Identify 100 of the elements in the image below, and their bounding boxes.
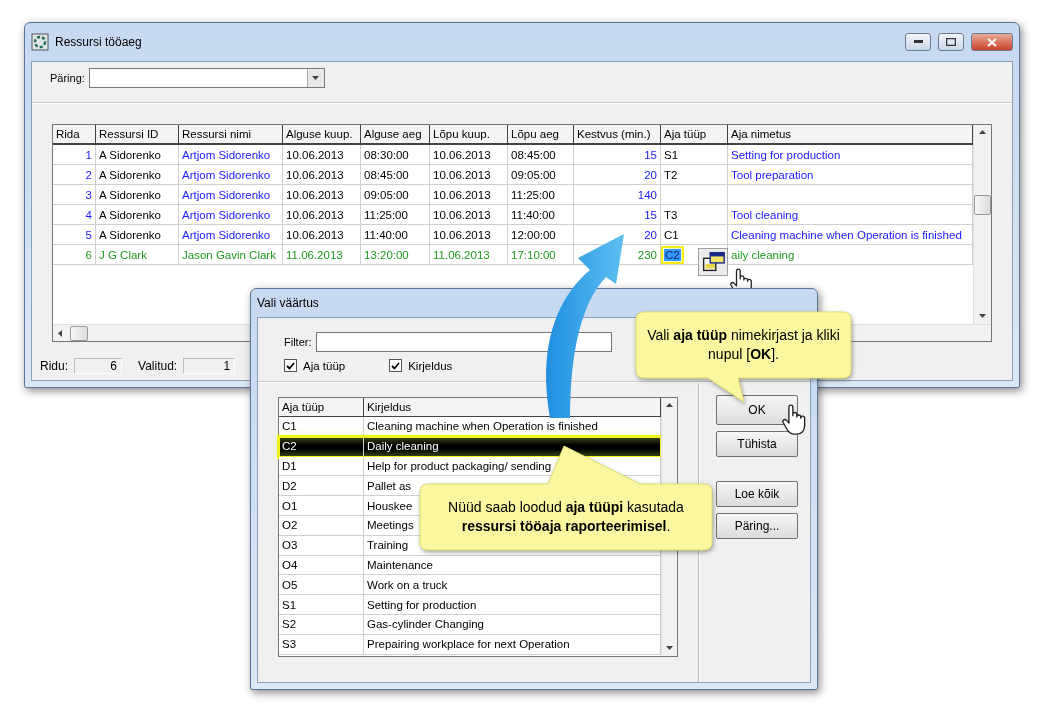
status-value: 1: [183, 358, 236, 374]
resource-name-link[interactable]: Jason Gavin Clark: [182, 248, 276, 261]
dialog-button[interactable]: OK: [716, 395, 798, 425]
table-cell: 10.06.2013: [283, 205, 361, 225]
list-item-description[interactable]: Maintenance: [367, 558, 433, 571]
query-label: Päring:: [50, 72, 85, 84]
table-cell: A Sidorenko: [96, 205, 179, 225]
table-cell: 10.06.2013: [283, 225, 361, 245]
resource-name-link[interactable]: Artjom Sidorenko: [182, 208, 271, 221]
table-cell: 11:40:00: [508, 205, 574, 225]
table-cell: 6: [53, 245, 96, 265]
list-item-description[interactable]: Pallet as: [367, 479, 412, 492]
table-cell: 08:45:00: [361, 165, 430, 185]
list-item-code[interactable]: C1: [282, 420, 297, 433]
app-icon: [31, 33, 49, 51]
list-item-code[interactable]: D1: [282, 460, 297, 472]
resource-name-link[interactable]: Artjom Sidorenko: [182, 188, 271, 201]
checkbox[interactable]: Aja tüüp: [284, 359, 346, 372]
list-item-description[interactable]: Houskee: [367, 499, 413, 512]
table-cell: 11.06.2013: [430, 245, 508, 265]
table-cell: 11:25:00: [361, 205, 430, 225]
list-item-description[interactable]: Cleaning machine when Operation is finished: [367, 420, 598, 433]
dialog-button[interactable]: Loe kõik: [716, 481, 798, 507]
close-icon: [987, 37, 997, 47]
column-header[interactable]: Kestvus (min.): [574, 125, 661, 145]
column-header[interactable]: Alguse aeg: [361, 125, 430, 145]
table-cell: 140: [574, 185, 661, 205]
status-label: Valitud:: [138, 359, 178, 373]
resource-name-link[interactable]: Artjom Sidorenko: [182, 168, 271, 181]
column-header[interactable]: Ressursi nimi: [179, 125, 283, 145]
maximize-icon: [946, 38, 956, 46]
status-label: Ridu:: [40, 359, 68, 373]
list-item-description[interactable]: Setting for production: [367, 598, 477, 611]
filter-field[interactable]: [315, 332, 612, 352]
table-cell: 08:30:00: [361, 145, 430, 165]
column-header[interactable]: Kirjeldus: [364, 398, 661, 417]
close-button[interactable]: [971, 33, 1013, 51]
list-item-code[interactable]: O3: [282, 539, 298, 552]
maximize-button[interactable]: [938, 33, 964, 51]
list-item-description[interactable]: Daily cleaning: [367, 440, 439, 453]
query-dropdown[interactable]: [88, 68, 325, 88]
table-cell: 20: [574, 165, 661, 185]
scrollbar-thumb[interactable]: [974, 195, 991, 215]
column-header[interactable]: Lõpu kuup.: [430, 125, 508, 145]
table-cell: 15: [574, 205, 661, 225]
minimize-button[interactable]: [905, 33, 931, 51]
table-cell: A Sidorenko: [96, 165, 179, 185]
column-header[interactable]: Alguse kuup.: [283, 125, 361, 145]
list-item-description[interactable]: Gas-cylinder Changing: [367, 618, 484, 631]
table-cell: 10.06.2013: [430, 225, 508, 245]
table-cell: 08:45:00: [508, 145, 574, 165]
list-item-code[interactable]: O5: [282, 578, 298, 591]
table-cell: 13:20:00: [361, 245, 430, 265]
selected-cell-text[interactable]: C2: [664, 248, 681, 261]
table-cell: T2: [661, 165, 728, 185]
hand-cursor-icon: [782, 404, 807, 436]
column-header[interactable]: Ressursi ID: [96, 125, 179, 145]
list-item-description[interactable]: Work on a truck: [367, 578, 448, 591]
table-cell: 09:05:00: [508, 165, 574, 185]
column-header[interactable]: Aja nimetus: [728, 125, 973, 145]
scroll-left-icon: [57, 329, 64, 337]
table-cell: Tool preparation: [728, 165, 973, 185]
dialog-button[interactable]: Päring...: [716, 513, 798, 539]
dialog-button[interactable]: Tühista: [716, 431, 798, 457]
list-item-description[interactable]: Meetings: [367, 519, 414, 532]
table-cell: 11:25:00: [508, 185, 574, 205]
column-header[interactable]: Aja tüüp: [279, 398, 364, 417]
table-cell: 1: [53, 145, 96, 165]
column-header[interactable]: Aja tüüp: [661, 125, 728, 145]
checkbox[interactable]: Kirjeldus: [389, 359, 453, 372]
list-item-code[interactable]: O2: [282, 519, 298, 532]
table-cell: 10.06.2013: [283, 185, 361, 205]
table-cell: 11.06.2013: [283, 245, 361, 265]
column-header[interactable]: Lõpu aeg: [508, 125, 574, 145]
list-item-code[interactable]: C2: [282, 440, 297, 453]
dropdown-arrow-icon: [312, 74, 320, 82]
table-cell: 3: [53, 185, 96, 205]
table-cell: A Sidorenko: [96, 145, 179, 165]
list-item-description[interactable]: Help for product packaging/ sending: [367, 460, 552, 472]
list-item-code[interactable]: S2: [282, 618, 297, 631]
list-item-code[interactable]: O4: [282, 558, 298, 571]
list-item-description[interactable]: Training: [367, 539, 409, 552]
select-window-icon: [698, 248, 728, 276]
resource-name-link[interactable]: Artjom Sidorenko: [182, 148, 271, 161]
resource-name-link[interactable]: Artjom Sidorenko: [182, 228, 271, 241]
scrollbar-thumb[interactable]: [70, 325, 88, 341]
list-item-code[interactable]: S1: [282, 598, 297, 611]
list-item-code[interactable]: S3: [282, 638, 297, 651]
list-item-code[interactable]: O1: [282, 499, 298, 512]
dialog-title: Vali väärtus: [257, 296, 319, 310]
table-cell: 09:05:00: [361, 185, 430, 205]
list-item-description[interactable]: Prepairing workplace for next Operation: [367, 638, 570, 651]
table-cell: 10.06.2013: [283, 145, 361, 165]
list-item-code[interactable]: D2: [282, 479, 297, 492]
scroll-down-icon: [979, 313, 986, 320]
table-cell: A Sidorenko: [96, 185, 179, 205]
table-cell: 15: [574, 145, 661, 165]
table-cell: 5: [53, 225, 96, 245]
table-cell: 17:10:00: [508, 245, 574, 265]
column-header[interactable]: Rida: [53, 125, 96, 145]
